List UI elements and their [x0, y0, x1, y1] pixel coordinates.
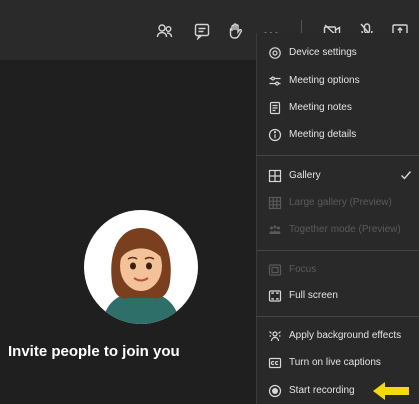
raise-hand-icon[interactable] — [226, 22, 244, 40]
menu-item-meeting-options[interactable]: Meeting options — [257, 68, 419, 94]
menu-item-together-mode[interactable]: Together mode (Preview) — [257, 217, 419, 243]
captions-icon — [268, 356, 282, 370]
more-actions-menu: Device settings Meeting options Meeting … — [256, 33, 419, 404]
menu-item-apply-background[interactable]: Apply background effects — [257, 323, 419, 349]
menu-item-large-gallery[interactable]: Large gallery (Preview) — [257, 190, 419, 216]
large-gallery-icon — [268, 196, 282, 210]
notes-icon — [268, 101, 282, 115]
menu-item-label: Meeting options — [289, 75, 360, 86]
invite-text: Invite people to join you — [8, 343, 180, 360]
annotation-arrow-icon — [371, 380, 411, 402]
record-icon — [268, 384, 282, 398]
menu-item-label: Large gallery (Preview) — [289, 197, 392, 208]
menu-item-label: Focus — [289, 264, 317, 275]
avatar — [84, 210, 198, 324]
menu-item-label: Together mode (Preview) — [289, 224, 401, 235]
focus-icon — [268, 263, 282, 277]
gallery-grid-icon — [268, 169, 282, 183]
menu-item-label: Gallery — [289, 170, 321, 181]
menu-item-label: Apply background effects — [289, 330, 402, 341]
menu-item-meeting-details[interactable]: Meeting details — [257, 122, 419, 148]
menu-item-label: Meeting notes — [289, 102, 352, 113]
menu-separator — [257, 316, 419, 317]
menu-item-live-captions[interactable]: Turn on live captions — [257, 350, 419, 376]
chat-icon[interactable] — [193, 22, 211, 40]
menu-item-focus[interactable]: Focus — [257, 257, 419, 283]
full-screen-icon — [268, 289, 282, 303]
menu-separator — [257, 250, 419, 251]
together-mode-icon — [268, 223, 282, 237]
meeting-window: Invite people to join you Device setting… — [0, 0, 419, 404]
checkmark-icon — [400, 169, 412, 181]
menu-item-device-settings[interactable]: Device settings — [257, 40, 419, 66]
gear-icon — [268, 46, 282, 60]
menu-item-label: Device settings — [289, 47, 357, 58]
info-icon — [268, 128, 282, 142]
menu-item-label: Turn on live captions — [289, 357, 381, 368]
menu-item-label: Full screen — [289, 290, 338, 301]
menu-item-meeting-notes[interactable]: Meeting notes — [257, 95, 419, 121]
menu-item-label: Meeting details — [289, 129, 357, 140]
sliders-icon — [268, 74, 282, 88]
menu-item-label: Start recording — [289, 385, 355, 396]
menu-item-full-screen[interactable]: Full screen — [257, 283, 419, 309]
menu-separator — [257, 155, 419, 156]
menu-item-gallery[interactable]: Gallery — [257, 163, 419, 189]
participants-icon[interactable] — [156, 22, 174, 40]
background-effects-icon — [268, 329, 282, 343]
